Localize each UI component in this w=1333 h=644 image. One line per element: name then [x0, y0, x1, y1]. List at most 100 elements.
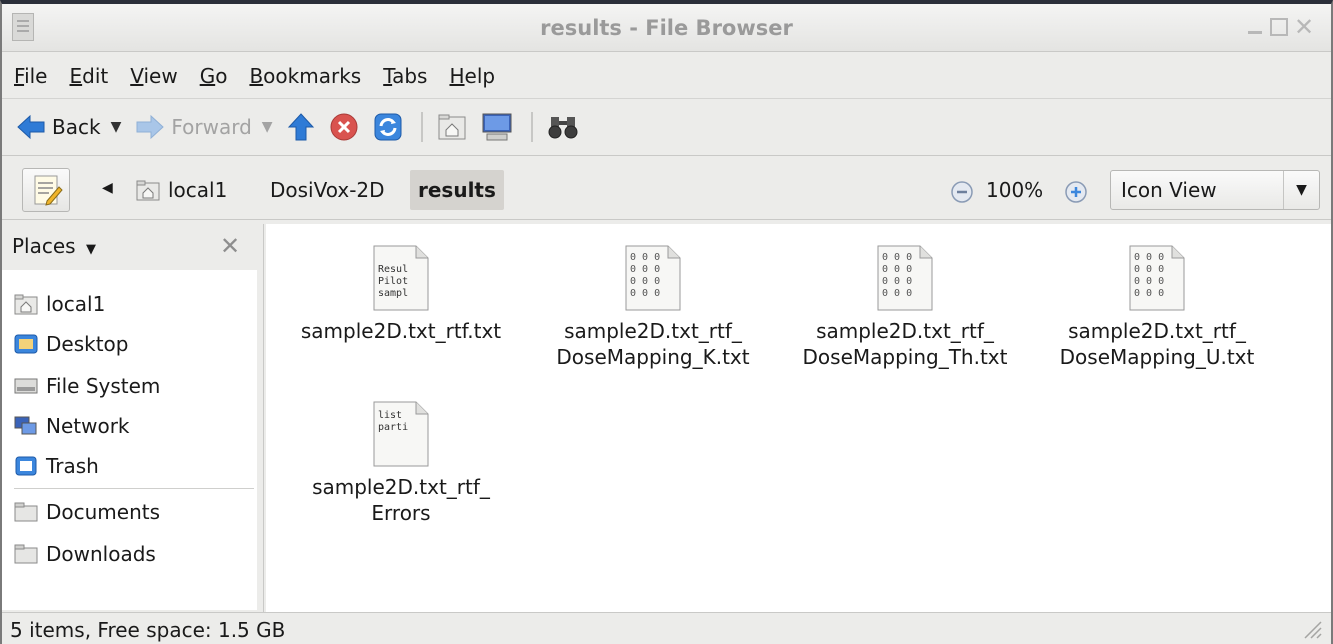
file-preview-line: 0 0 0 — [1134, 288, 1164, 299]
sidebar-item-desktop[interactable]: Desktop — [14, 330, 128, 358]
text-file-icon: list parti — [372, 400, 430, 468]
file-item[interactable]: 0 0 0 0 0 0 0 0 0 0 0 0 sample2D.txt_rtf… — [780, 244, 1030, 370]
search-binoculars-icon — [548, 117, 578, 139]
back-label: Back — [52, 115, 101, 139]
text-file-icon: Resul Pilot sampl — [372, 244, 430, 312]
sidebar-item-label: Downloads — [46, 542, 156, 566]
reload-button[interactable] — [373, 112, 403, 142]
edit-notes-icon — [34, 175, 63, 206]
menu-edit[interactable]: Edit — [69, 64, 108, 88]
file-name: sample2D.txt_rtf.txt — [276, 318, 526, 344]
toggle-location-entry-button[interactable] — [22, 168, 70, 212]
toolbar-separator — [530, 112, 533, 142]
places-separator — [14, 488, 254, 489]
drive-icon — [14, 378, 38, 394]
menu-tabs[interactable]: Tabs — [383, 64, 427, 88]
title-bar[interactable]: results - File Browser ✕ — [2, 4, 1331, 52]
breadcrumb-local1[interactable]: local1 — [128, 170, 235, 210]
back-history-dropdown-icon[interactable]: ▼ — [111, 119, 122, 135]
file-item[interactable]: 0 0 0 0 0 0 0 0 0 0 0 0 sample2D.txt_rtf… — [1032, 244, 1282, 370]
menu-bookmarks[interactable]: Bookmarks — [249, 64, 361, 88]
stop-icon — [330, 113, 358, 141]
close-button[interactable]: ✕ — [1294, 15, 1314, 39]
computer-icon — [482, 113, 512, 141]
breadcrumb-dosivox-2d[interactable]: DosiVox-2D — [262, 170, 393, 210]
breadcrumb-scroll-left-icon[interactable]: ◀ — [102, 180, 113, 196]
back-button[interactable]: Back ▼ — [16, 114, 121, 140]
data-file-icon: 0 0 0 0 0 0 0 0 0 0 0 0 — [624, 244, 682, 312]
close-sidebar-button[interactable]: ✕ — [220, 232, 240, 260]
forward-history-dropdown-icon[interactable]: ▼ — [262, 119, 273, 135]
file-item[interactable]: Resul Pilot sampl sample2D.txt_rtf.txt — [276, 244, 526, 344]
menu-help[interactable]: Help — [449, 64, 495, 88]
places-list: local1 Desktop File System Network Trash… — [2, 270, 257, 610]
sidebar-item-label: File System — [46, 374, 161, 398]
menu-file[interactable]: File — [14, 64, 47, 88]
file-name-line: sample2D.txt_rtf_ — [816, 319, 994, 343]
view-mode-select[interactable]: Icon View ▼ — [1110, 170, 1320, 210]
resize-grip-icon[interactable] — [1299, 616, 1323, 640]
back-arrow-icon — [17, 114, 45, 140]
file-preview-line: 0 0 0 — [882, 264, 912, 275]
places-header[interactable]: Places ▼ — [12, 234, 96, 258]
data-file-icon: 0 0 0 0 0 0 0 0 0 0 0 0 — [1128, 244, 1186, 312]
sidebar-item-label: Desktop — [46, 332, 129, 356]
zoom-out-button[interactable] — [950, 180, 974, 209]
forward-arrow-icon — [136, 114, 165, 140]
sidebar-item-downloads[interactable]: Downloads — [14, 540, 156, 568]
zoom-level[interactable]: 100% — [986, 178, 1043, 202]
zoom-out-icon — [951, 181, 973, 203]
stop-button[interactable] — [329, 112, 359, 142]
file-name-line: DoseMapping_Th.txt — [802, 345, 1008, 369]
file-name: sample2D.txt_rtf_ DoseMapping_K.txt — [528, 318, 778, 370]
file-preview-line: parti — [378, 422, 408, 433]
file-preview-line: 0 0 0 — [630, 288, 660, 299]
file-item[interactable]: 0 0 0 0 0 0 0 0 0 0 0 0 sample2D.txt_rtf… — [528, 244, 778, 370]
menu-go[interactable]: Go — [200, 64, 228, 88]
file-name-line: Errors — [371, 501, 431, 525]
sidebar-item-documents[interactable]: Documents — [14, 498, 160, 526]
file-preview-line: 0 0 0 — [630, 252, 660, 263]
file-browser-window: results - File Browser ✕ File Edit View … — [0, 0, 1333, 644]
file-name-line: DoseMapping_U.txt — [1059, 345, 1255, 369]
file-preview-line: list — [378, 410, 402, 421]
folder-icon — [14, 502, 38, 522]
forward-label: Forward — [171, 115, 252, 139]
menu-bar: File Edit View Go Bookmarks Tabs Help — [2, 56, 1331, 96]
file-name: sample2D.txt_rtf_ DoseMapping_Th.txt — [780, 318, 1030, 370]
file-preview-line: 0 0 0 — [882, 276, 912, 287]
menu-view[interactable]: View — [130, 64, 177, 88]
computer-button[interactable] — [481, 112, 513, 142]
trash-icon — [15, 456, 37, 476]
toolbar: Back ▼ Forward ▼ — [2, 98, 1331, 156]
zoom-in-button[interactable] — [1064, 180, 1088, 209]
up-button[interactable] — [287, 112, 315, 142]
file-name-line: sample2D.txt_rtf_ — [1068, 319, 1246, 343]
sidebar-item-local1[interactable]: local1 — [14, 290, 105, 318]
location-bar: ◀ local1 DosiVox-2D results 100% Icon Vi… — [2, 160, 1331, 220]
home-folder-icon — [438, 114, 466, 140]
file-name-line: sample2D.txt_rtf_ — [312, 475, 490, 499]
minimize-button[interactable] — [1246, 18, 1264, 36]
network-icon — [14, 416, 37, 435]
folder-icon — [14, 544, 38, 564]
sidebar-item-trash[interactable]: Trash — [14, 452, 99, 480]
file-preview-line: 0 0 0 — [630, 276, 660, 287]
chevron-down-icon[interactable]: ▼ — [1283, 171, 1319, 209]
breadcrumb-results[interactable]: results — [410, 170, 504, 210]
sidebar-item-file-system[interactable]: File System — [14, 372, 160, 400]
file-item[interactable]: list parti sample2D.txt_rtf_ Errors — [276, 400, 526, 526]
home-button[interactable] — [437, 113, 467, 141]
forward-button[interactable]: Forward ▼ — [135, 114, 273, 140]
maximize-button[interactable] — [1270, 18, 1288, 36]
file-preview-line: 0 0 0 — [882, 288, 912, 299]
reload-icon — [374, 113, 402, 141]
sidebar-item-network[interactable]: Network — [14, 412, 130, 440]
view-mode-value: Icon View — [1121, 178, 1217, 202]
search-button[interactable] — [547, 113, 579, 141]
home-folder-icon — [136, 180, 160, 201]
file-icon-view[interactable]: Resul Pilot sampl sample2D.txt_rtf.txt 0… — [266, 224, 1331, 612]
file-preview-line: 0 0 0 — [630, 264, 660, 275]
zoom-in-icon — [1065, 181, 1087, 203]
window-title: results - File Browser — [540, 16, 793, 40]
